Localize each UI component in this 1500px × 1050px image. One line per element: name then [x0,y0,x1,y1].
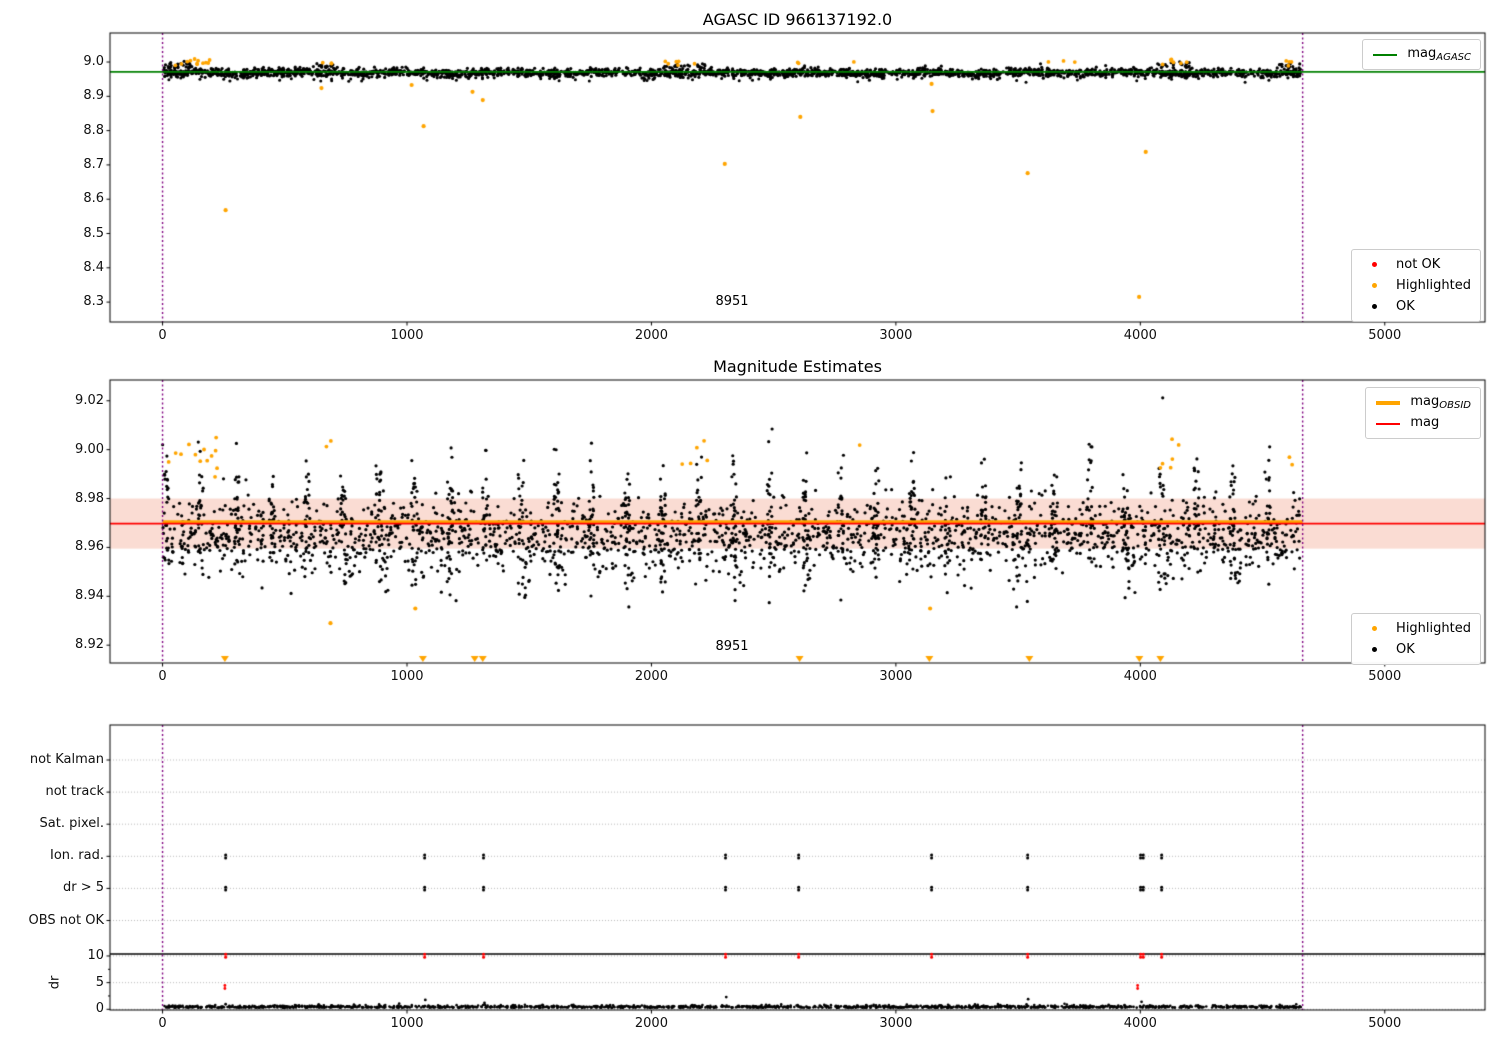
highlighted-dot-swatch-2 [1361,626,1387,631]
x-tick-label: 3000 [879,1016,913,1031]
legend-label-mag-obsid: magOBSID [1410,394,1471,411]
mag-obsid-line-swatch [1375,400,1401,405]
x-tick-label: 0 [158,1016,167,1031]
x-tick-label: 2000 [634,328,668,343]
chart-canvas [0,0,1500,1050]
ok-dot-swatch-2 [1361,647,1387,652]
legend-label-highlighted: Highlighted [1396,278,1471,293]
x-tick-label: 3000 [879,328,913,343]
y-tick-label: 8.3 [83,294,104,310]
x-tick-label: 0 [158,328,167,343]
y-tick-label: 8.7 [83,156,104,172]
legend-point-types-top: not OK Highlighted OK [1351,249,1481,322]
dr-tick-label: 0 [95,1001,104,1017]
x-tick-label: 5000 [1368,328,1402,343]
legend-point-types-middle: Highlighted OK [1351,613,1481,665]
flag-tick-label: dr > 5 [62,880,104,896]
x-tick-label: 2000 [634,1016,668,1031]
x-tick-label: 4000 [1123,669,1157,684]
panel1-title: AGASC ID 966137192.0 [702,10,893,29]
y-tick-label: 9.00 [75,441,104,457]
panel1-obsid-label: 8951 [715,294,749,309]
legend-label-mag: mag [1410,415,1440,430]
x-tick-label: 5000 [1368,1016,1402,1031]
flag-tick-label: not track [45,784,104,800]
legend-mag-lines: magOBSID mag [1365,387,1481,439]
x-tick-label: 4000 [1123,328,1157,343]
dr-tick-label: 5 [95,974,104,990]
y-tick-label: 8.4 [83,259,104,275]
x-tick-label: 3000 [879,669,913,684]
flag-tick-label: OBS not OK [28,912,105,928]
y-tick-label: 8.98 [75,490,104,506]
x-tick-label: 1000 [390,328,424,343]
x-tick-label: 4000 [1123,1016,1157,1031]
y-tick-label: 8.94 [75,588,104,604]
y-tick-label: 8.96 [75,539,104,555]
not-ok-dot-swatch [1361,262,1387,267]
legend-label-highlighted-2: Highlighted [1396,621,1471,636]
flag-tick-label: Ion. rad. [50,848,104,864]
legend-row-mag: mag [1375,413,1471,434]
legend-label-mag-agasc: magAGASC [1407,46,1471,63]
y-tick-label: 8.9 [83,88,104,104]
legend-row-not-ok: not OK [1361,254,1471,275]
legend-label-not-ok: not OK [1396,257,1441,272]
dr-tick-label: 10 [87,947,104,963]
legend-row-ok: OK [1361,296,1471,317]
x-tick-label: 2000 [634,669,668,684]
legend-row-ok-2: OK [1361,639,1471,660]
highlighted-dot-swatch [1361,283,1387,288]
legend-row-highlighted: Highlighted [1361,275,1471,296]
flag-tick-label: not Kalman [29,752,104,767]
x-tick-label: 1000 [390,1016,424,1031]
y-tick-label: 8.8 [83,122,104,138]
legend-label-ok: OK [1396,299,1415,314]
y-tick-label: 9.02 [75,392,104,408]
y-tick-label: 8.92 [75,637,104,653]
y-tick-label: 9.0 [83,54,104,70]
panel2-title: Magnitude Estimates [713,357,882,376]
legend-label-ok-2: OK [1396,642,1415,657]
x-tick-label: 0 [158,669,167,684]
legend-mag-agasc: magAGASC [1362,39,1481,70]
legend-row-mag-obsid: magOBSID [1375,392,1471,413]
panel2-obsid-label: 8951 [715,639,749,654]
legend-row-highlighted-2: Highlighted [1361,618,1471,639]
x-tick-label: 1000 [390,669,424,684]
y-tick-label: 8.6 [83,191,104,207]
legend-row-mag-agasc: magAGASC [1372,44,1471,65]
mag-line-swatch [1375,422,1401,425]
figure: AGASC ID 966137192.0 Magnitude Estimates… [0,0,1500,1050]
ok-dot-swatch [1361,304,1387,309]
flag-tick-label: Sat. pixel. [39,816,104,832]
mag-agasc-line-swatch [1372,53,1398,56]
y-tick-label: 8.5 [83,225,104,241]
x-tick-label: 5000 [1368,669,1402,684]
